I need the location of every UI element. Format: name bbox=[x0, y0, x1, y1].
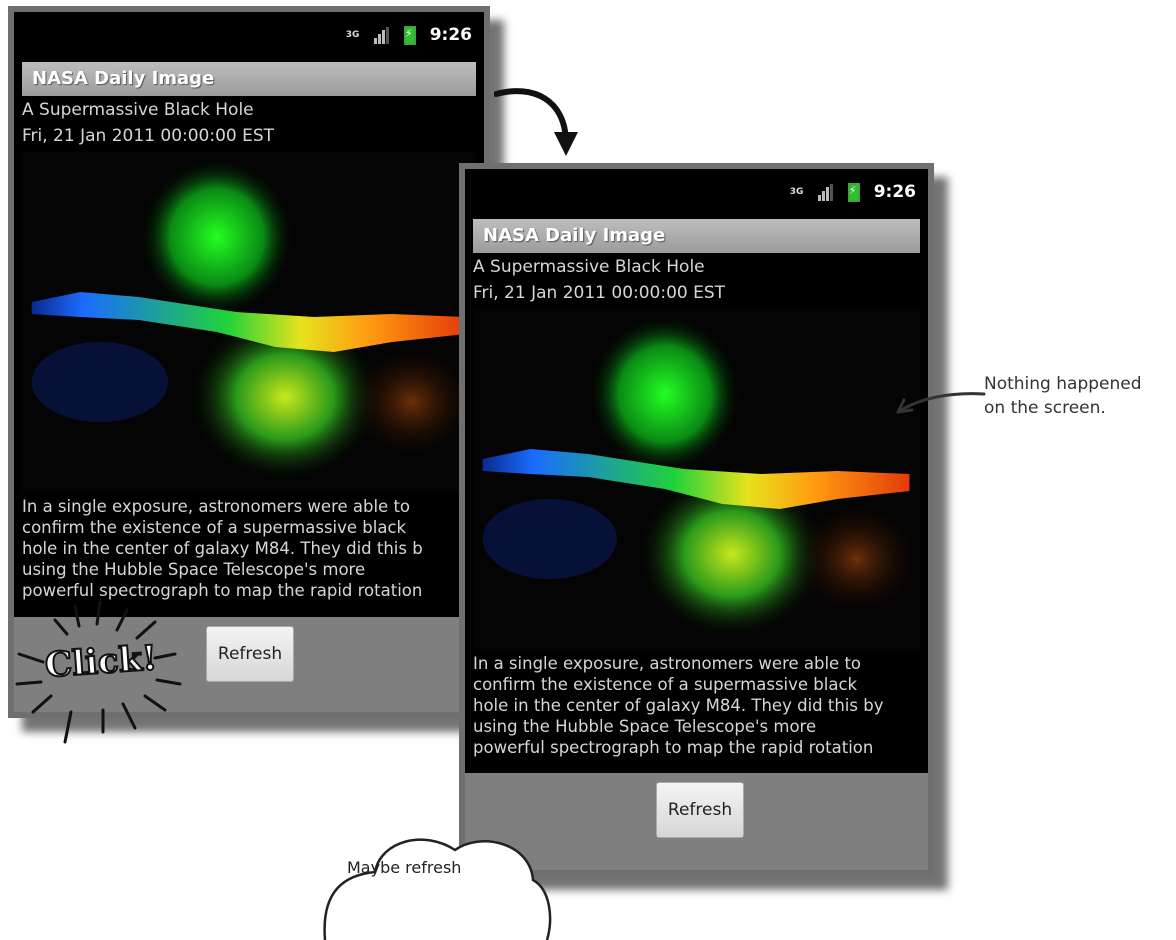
description: In a single exposure, astronomers were a… bbox=[22, 496, 484, 602]
app-title: NASA Daily Image bbox=[473, 219, 920, 253]
status-bar: 3G 9:26 bbox=[465, 169, 928, 215]
signal-icon bbox=[817, 183, 834, 201]
description-line: confirm the existence of a supermassive … bbox=[22, 518, 407, 537]
thought-cloud-icon bbox=[323, 838, 552, 940]
description: In a single exposure, astronomers were a… bbox=[473, 653, 928, 759]
image-title: A Supermassive Black Hole bbox=[22, 100, 254, 120]
image-date: Fri, 21 Jan 2011 00:00:00 EST bbox=[473, 283, 726, 303]
nasa-image bbox=[473, 309, 920, 649]
phone-after: 3G 9:26 NASA Daily Image A Supermassive … bbox=[459, 163, 934, 876]
refresh-button[interactable]: Refresh bbox=[656, 782, 744, 838]
clock: 9:26 bbox=[873, 182, 916, 202]
network-3g-icon: 3G bbox=[345, 29, 360, 40]
clock: 9:26 bbox=[429, 25, 472, 45]
status-bar: 3G 9:26 bbox=[14, 12, 484, 58]
description-line: using the Hubble Space Telescope's more bbox=[473, 717, 817, 736]
description-line: hole in the center of galaxy M84. They d… bbox=[22, 539, 423, 558]
note-line: Nothing happened bbox=[984, 374, 1142, 394]
annotation-note: Nothing happened on the screen. bbox=[984, 372, 1142, 420]
image-date: Fri, 21 Jan 2011 00:00:00 EST bbox=[22, 126, 275, 146]
battery-icon bbox=[847, 182, 860, 202]
black-hole-spectrum-image bbox=[22, 152, 476, 492]
nasa-image bbox=[22, 152, 476, 492]
description-line: hole in the center of galaxy M84. They d… bbox=[473, 696, 884, 715]
note-arrow-icon bbox=[896, 392, 986, 414]
cloud-text: Maybe refresh bbox=[347, 858, 462, 877]
image-title: A Supermassive Black Hole bbox=[473, 257, 705, 277]
curved-arrow-icon bbox=[494, 88, 578, 156]
refresh-button[interactable]: Refresh bbox=[206, 626, 294, 682]
network-3g-icon: 3G bbox=[789, 186, 804, 197]
battery-icon bbox=[403, 25, 416, 45]
click-label: Click! bbox=[43, 637, 160, 687]
app-title: NASA Daily Image bbox=[22, 62, 476, 96]
description-line: using the Hubble Space Telescope's more bbox=[22, 560, 366, 579]
black-hole-spectrum-image bbox=[473, 309, 920, 649]
description-line: confirm the existence of a supermassive … bbox=[473, 675, 858, 694]
description-line: In a single exposure, astronomers were a… bbox=[22, 497, 411, 516]
signal-icon bbox=[373, 26, 390, 44]
description-line: powerful spectrograph to map the rapid r… bbox=[473, 738, 874, 757]
description-line: In a single exposure, astronomers were a… bbox=[473, 654, 862, 673]
note-line: on the screen. bbox=[984, 398, 1106, 418]
